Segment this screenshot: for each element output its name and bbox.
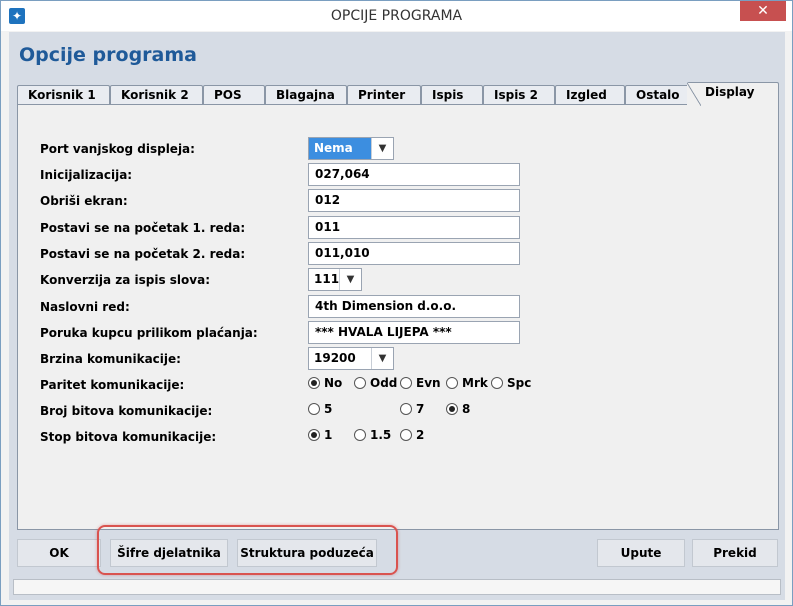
radio-icon (354, 429, 366, 441)
message-label: Poruka kupcu prilikom plaćanja: (40, 326, 258, 340)
upute-button[interactable]: Upute (597, 539, 685, 567)
clear-field[interactable]: 012 (308, 189, 520, 212)
tab-bar: Korisnik 1 Korisnik 2 POS Blagajna Print… (17, 82, 779, 106)
radio-icon (400, 403, 412, 415)
stop-label: Stop bitova komunikacije: (40, 430, 217, 444)
radio-icon (354, 377, 366, 389)
line1-label: Postavi se na početak 1. reda: (40, 221, 246, 235)
window-title: OPCIJE PROGRAMA (330, 8, 463, 24)
line2-label: Postavi se na početak 2. reda: (40, 247, 246, 261)
close-button[interactable]: ✕ (740, 1, 786, 21)
bits-label: Broj bitova komunikacije: (40, 404, 213, 418)
ok-button[interactable]: OK (17, 539, 101, 567)
page-title: Opcije programa (19, 44, 197, 66)
title-row-field[interactable]: 4th Dimension d.o.o. (308, 295, 520, 318)
stop-radio-1-5[interactable]: 1.5 (354, 428, 391, 442)
tab-korisnik-1[interactable]: Korisnik 1 (17, 85, 110, 105)
title-row-label: Naslovni red: (40, 300, 130, 314)
radio-icon (491, 377, 503, 389)
tab-pos[interactable]: POS (203, 85, 265, 105)
init-field[interactable]: 027,064 (308, 163, 520, 186)
clear-label: Obriši ekran: (40, 194, 128, 208)
chevron-down-icon[interactable]: ▼ (371, 138, 393, 159)
conversion-value: 111 (314, 272, 340, 286)
tab-ispis-2[interactable]: Ispis 2 (483, 85, 555, 105)
tab-printer[interactable]: Printer (347, 85, 421, 105)
init-label: Inicijalizacija: (40, 168, 133, 182)
prekid-button[interactable]: Prekid (692, 539, 778, 567)
parity-radio-no[interactable]: No (308, 376, 342, 390)
tab-korisnik-2[interactable]: Korisnik 2 (110, 85, 203, 105)
options-window: ✦ OPCIJE PROGRAMA ✕ Opcije programa Kori… (0, 0, 793, 606)
baud-label: Brzina komunikacije: (40, 352, 181, 366)
status-bar (13, 579, 781, 595)
tab-ostalo[interactable]: Ostalo (625, 85, 689, 105)
radio-checked-icon (308, 429, 320, 441)
parity-label: Paritet komunikacije: (40, 378, 185, 392)
tab-display[interactable]: Display (687, 82, 779, 106)
radio-checked-icon (446, 403, 458, 415)
title-bar[interactable]: ✦ OPCIJE PROGRAMA ✕ (1, 1, 792, 31)
message-field[interactable]: *** HVALA LIJEPA *** (308, 321, 520, 344)
chevron-down-icon[interactable]: ▼ (339, 269, 361, 290)
port-value: Nema (309, 138, 371, 159)
parity-radio-mrk[interactable]: Mrk (446, 376, 488, 390)
stop-radio-2[interactable]: 2 (400, 428, 424, 442)
conversion-label: Konverzija za ispis slova: (40, 273, 210, 287)
baud-select[interactable]: 19200 ▼ (308, 347, 394, 370)
bits-radio-8[interactable]: 8 (446, 402, 470, 416)
tab-blagajna[interactable]: Blagajna (265, 85, 347, 105)
baud-value: 19200 (314, 351, 356, 365)
tab-izgled[interactable]: Izgled (555, 85, 625, 105)
line2-field[interactable]: 011,010 (308, 242, 520, 265)
port-label: Port vanjskog displeja: (40, 142, 195, 156)
stop-radio-1[interactable]: 1 (308, 428, 332, 442)
radio-icon (446, 377, 458, 389)
conversion-select[interactable]: 111 ▼ (308, 268, 362, 291)
bits-radio-5[interactable]: 5 (308, 402, 332, 416)
display-settings-panel: Port vanjskog displeja: Nema ▼ Inicijali… (17, 104, 779, 530)
line1-field[interactable]: 011 (308, 216, 520, 239)
chevron-down-icon[interactable]: ▼ (371, 348, 393, 369)
parity-radio-spc[interactable]: Spc (491, 376, 531, 390)
radio-icon (400, 377, 412, 389)
tab-ispis[interactable]: Ispis (421, 85, 483, 105)
parity-radio-odd[interactable]: Odd (354, 376, 397, 390)
highlight-annotation (97, 525, 398, 575)
client-area: Opcije programa Korisnik 1 Korisnik 2 PO… (9, 32, 785, 600)
radio-icon (400, 429, 412, 441)
parity-radio-evn[interactable]: Evn (400, 376, 441, 390)
radio-checked-icon (308, 377, 320, 389)
bits-radio-7[interactable]: 7 (400, 402, 424, 416)
port-select[interactable]: Nema ▼ (308, 137, 394, 160)
radio-icon (308, 403, 320, 415)
